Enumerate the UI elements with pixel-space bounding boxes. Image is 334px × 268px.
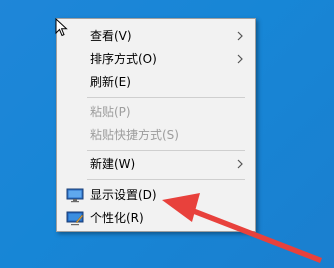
display-settings-icon bbox=[66, 188, 84, 203]
menu-separator bbox=[87, 97, 245, 98]
menu-item-display-settings-label: 显示设置(D) bbox=[90, 188, 157, 202]
chevron-right-icon bbox=[237, 54, 243, 64]
chevron-right-icon bbox=[237, 31, 243, 41]
menu-item-personalize-label: 个性化(R) bbox=[90, 211, 144, 225]
menu-separator bbox=[87, 179, 245, 180]
desktop-context-menu: 查看(V) 排序方式(O) 刷新(E) 粘贴(P) 粘贴快捷方式(S) 新建(W… bbox=[56, 18, 256, 232]
menu-item-refresh-label: 刷新(E) bbox=[90, 75, 131, 89]
menu-item-new[interactable]: 新建(W) bbox=[57, 153, 255, 175]
menu-item-refresh[interactable]: 刷新(E) bbox=[57, 71, 255, 93]
menu-item-display-settings[interactable]: 显示设置(D) bbox=[57, 184, 255, 206]
menu-item-personalize[interactable]: 个性化(R) bbox=[57, 207, 255, 229]
chevron-right-icon bbox=[237, 159, 243, 169]
menu-separator bbox=[87, 150, 245, 151]
personalize-icon bbox=[66, 211, 84, 226]
menu-item-new-label: 新建(W) bbox=[90, 157, 136, 171]
menu-item-paste-shortcut[interactable]: 粘贴快捷方式(S) bbox=[57, 124, 255, 146]
menu-item-sort-by-label: 排序方式(O) bbox=[90, 52, 157, 66]
menu-item-paste-label: 粘贴(P) bbox=[90, 105, 131, 119]
menu-item-view[interactable]: 查看(V) bbox=[57, 25, 255, 47]
menu-item-paste[interactable]: 粘贴(P) bbox=[57, 101, 255, 123]
menu-item-view-label: 查看(V) bbox=[90, 29, 132, 43]
mouse-pointer-icon bbox=[55, 18, 68, 37]
menu-item-sort-by[interactable]: 排序方式(O) bbox=[57, 48, 255, 70]
menu-item-paste-shortcut-label: 粘贴快捷方式(S) bbox=[90, 128, 179, 142]
